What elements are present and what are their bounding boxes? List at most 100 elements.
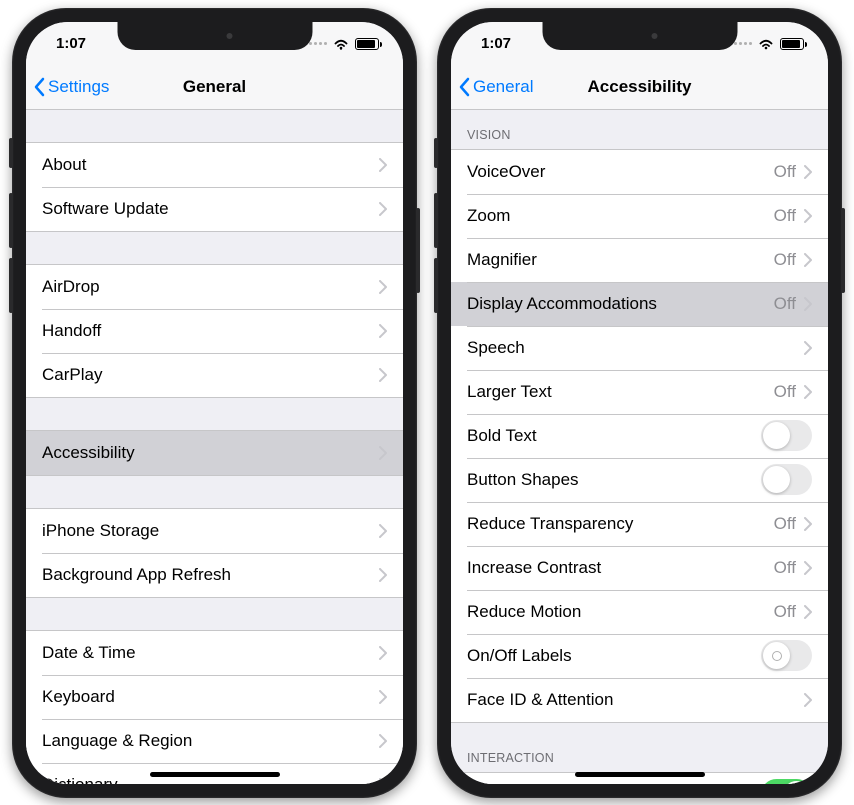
- row-label: Zoom: [467, 206, 774, 226]
- more-icon: [734, 42, 752, 45]
- row-larger-text[interactable]: Larger TextOff: [451, 370, 828, 414]
- content-area[interactable]: VISION VoiceOverOffZoomOffMagnifierOffDi…: [451, 110, 828, 784]
- row-carplay[interactable]: CarPlay: [26, 353, 403, 397]
- page-title: General: [183, 77, 246, 97]
- chevron-right-icon: [804, 341, 812, 355]
- wifi-icon: [758, 38, 774, 50]
- row-date-time[interactable]: Date & Time: [26, 631, 403, 675]
- row-reduce-motion[interactable]: Reduce MotionOff: [451, 590, 828, 634]
- row-on-off-labels[interactable]: On/Off Labels: [451, 634, 828, 678]
- row-value: Off: [774, 558, 796, 578]
- row-keyboard[interactable]: Keyboard: [26, 675, 403, 719]
- row-label: Larger Text: [467, 382, 774, 402]
- nav-bar: General Accessibility: [451, 66, 828, 110]
- row-label: Reduce Motion: [467, 602, 774, 622]
- row-about[interactable]: About: [26, 143, 403, 187]
- back-button[interactable]: Settings: [26, 77, 109, 97]
- row-face-id-attention[interactable]: Face ID & Attention: [451, 678, 828, 722]
- row-voiceover[interactable]: VoiceOverOff: [451, 150, 828, 194]
- notch: [117, 22, 312, 50]
- row-label: Accessibility: [42, 443, 379, 463]
- group-storage: iPhone Storage Background App Refresh: [26, 508, 403, 598]
- chevron-right-icon: [804, 253, 812, 267]
- row-button-shapes[interactable]: Button Shapes: [451, 458, 828, 502]
- screen: 1:07 General Accessibility VISION VoiceO…: [451, 22, 828, 784]
- chevron-right-icon: [379, 734, 387, 748]
- chevron-right-icon: [804, 561, 812, 575]
- side-button: [416, 208, 420, 293]
- row-increase-contrast[interactable]: Increase ContrastOff: [451, 546, 828, 590]
- status-time: 1:07: [481, 35, 511, 52]
- row-value: Off: [774, 514, 796, 534]
- toggle-switch[interactable]: [761, 640, 812, 671]
- row-label: AirDrop: [42, 277, 379, 297]
- chevron-right-icon: [804, 297, 812, 311]
- section-header-vision: VISION: [451, 110, 828, 149]
- chevron-right-icon: [804, 605, 812, 619]
- toggle-switch[interactable]: [761, 779, 812, 784]
- home-indicator[interactable]: [150, 772, 280, 777]
- row-reduce-transparency[interactable]: Reduce TransparencyOff: [451, 502, 828, 546]
- back-label: Settings: [48, 77, 109, 97]
- volume-down-button: [9, 258, 13, 313]
- row-label: Background App Refresh: [42, 565, 379, 585]
- status-indicators: [734, 38, 804, 50]
- row-language-region[interactable]: Language & Region: [26, 719, 403, 763]
- side-button: [841, 208, 845, 293]
- mute-switch: [9, 138, 13, 168]
- row-label: About: [42, 155, 379, 175]
- chevron-left-icon: [34, 77, 46, 97]
- row-speech[interactable]: Speech: [451, 326, 828, 370]
- nav-bar: Settings General: [26, 66, 403, 110]
- battery-icon: [355, 38, 379, 50]
- chevron-right-icon: [804, 385, 812, 399]
- row-airdrop[interactable]: AirDrop: [26, 265, 403, 309]
- group-about: About Software Update: [26, 142, 403, 232]
- home-indicator[interactable]: [575, 772, 705, 777]
- group-airdrop: AirDrop Handoff CarPlay: [26, 264, 403, 398]
- row-label: iPhone Storage: [42, 521, 379, 541]
- content-area[interactable]: About Software Update AirDrop Handoff CarPl…: [26, 110, 403, 784]
- iphone-mockup-accessibility: 1:07 General Accessibility VISION VoiceO…: [437, 8, 842, 798]
- row-label: Magnifier: [467, 250, 774, 270]
- row-handoff[interactable]: Handoff: [26, 309, 403, 353]
- chevron-right-icon: [804, 209, 812, 223]
- row-label: Increase Contrast: [467, 558, 774, 578]
- row-software-update[interactable]: Software Update: [26, 187, 403, 231]
- row-background-app-refresh[interactable]: Background App Refresh: [26, 553, 403, 597]
- chevron-right-icon: [804, 693, 812, 707]
- row-accessibility[interactable]: Accessibility: [26, 431, 403, 475]
- group-vision: VoiceOverOffZoomOffMagnifierOffDisplay A…: [451, 149, 828, 723]
- chevron-right-icon: [379, 778, 387, 784]
- toggle-switch[interactable]: [761, 420, 812, 451]
- chevron-right-icon: [379, 280, 387, 294]
- notch: [542, 22, 737, 50]
- group-datetime: Date & TimeKeyboardLanguage & RegionDict…: [26, 630, 403, 784]
- row-label: Date & Time: [42, 643, 379, 663]
- toggle-switch[interactable]: [761, 464, 812, 495]
- row-label: Button Shapes: [467, 470, 761, 490]
- row-iphone-storage[interactable]: iPhone Storage: [26, 509, 403, 553]
- row-label: Reduce Transparency: [467, 514, 774, 534]
- row-bold-text[interactable]: Bold Text: [451, 414, 828, 458]
- volume-up-button: [434, 193, 438, 248]
- page-title: Accessibility: [588, 77, 692, 97]
- row-label: Language & Region: [42, 731, 379, 751]
- mute-switch: [434, 138, 438, 168]
- row-value: Off: [774, 294, 796, 314]
- row-magnifier[interactable]: MagnifierOff: [451, 238, 828, 282]
- row-display-accommodations[interactable]: Display AccommodationsOff: [451, 282, 828, 326]
- row-value: Off: [774, 382, 796, 402]
- chevron-left-icon: [459, 77, 471, 97]
- volume-up-button: [9, 193, 13, 248]
- chevron-right-icon: [379, 646, 387, 660]
- group-accessibility: Accessibility: [26, 430, 403, 476]
- row-label: Keyboard: [42, 687, 379, 707]
- status-indicators: [309, 38, 379, 50]
- row-zoom[interactable]: ZoomOff: [451, 194, 828, 238]
- wifi-icon: [333, 38, 349, 50]
- back-button[interactable]: General: [451, 77, 533, 97]
- chevron-right-icon: [379, 368, 387, 382]
- battery-icon: [780, 38, 804, 50]
- row-label: Handoff: [42, 321, 379, 341]
